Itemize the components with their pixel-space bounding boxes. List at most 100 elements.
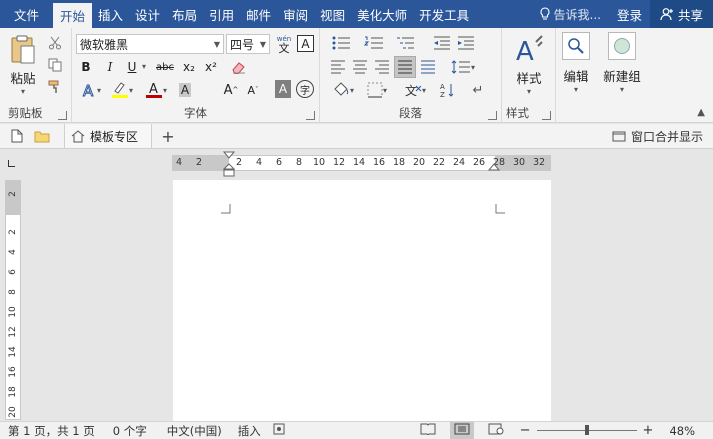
underline-button[interactable]: U <box>124 58 140 76</box>
share-button[interactable]: 共享 <box>649 0 713 28</box>
ruler-tick-label: 4 <box>8 249 18 255</box>
scissors-icon <box>49 36 61 50</box>
shrink-font-button[interactable]: Aˇ <box>244 80 262 100</box>
editing-button[interactable]: 编辑 ▾ <box>558 32 594 94</box>
font-name-combo[interactable]: 微软雅黑 ▼ <box>76 34 224 54</box>
zoom-in-button[interactable]: + <box>643 423 654 438</box>
tab-beautify[interactable]: 美化大师 <box>351 0 413 28</box>
tab-template-zone[interactable]: 模板专区 <box>64 124 152 148</box>
format-painter-button[interactable] <box>46 78 64 96</box>
copy-button[interactable] <box>46 56 64 74</box>
vertical-scrollbar[interactable] <box>697 150 713 421</box>
paint-bucket-icon <box>334 82 349 96</box>
read-mode-icon[interactable] <box>420 423 436 438</box>
paragraph-launcher-icon[interactable] <box>488 111 497 120</box>
open-folder-button[interactable] <box>32 124 52 148</box>
enclose-char-button[interactable]: 字 <box>296 80 314 98</box>
copy-icon <box>48 58 62 72</box>
paintbrush-icon <box>48 80 59 93</box>
justify-button[interactable] <box>394 56 416 78</box>
superscript-button[interactable]: x² <box>202 58 220 76</box>
italic-button[interactable]: I <box>102 58 118 76</box>
collapse-ribbon-icon[interactable]: ▲ <box>697 107 705 118</box>
new-group-button[interactable]: 新建组 ▾ <box>600 32 644 94</box>
styles-button[interactable]: A 样式 ▾ <box>510 34 548 96</box>
tab-stop-selector[interactable] <box>0 150 22 176</box>
new-group-icon <box>608 32 636 60</box>
font-size-combo[interactable]: 四号 ▼ <box>226 34 270 54</box>
subscript-button[interactable]: x₂ <box>180 58 198 76</box>
zoom-out-button[interactable]: − <box>520 423 531 438</box>
decrease-indent-button[interactable] <box>432 34 452 52</box>
tab-mailings[interactable]: 邮件 <box>240 0 277 28</box>
word-count[interactable]: 0 个字 <box>113 423 147 439</box>
zoom-slider[interactable] <box>536 425 637 435</box>
styles-launcher-icon[interactable] <box>542 111 551 120</box>
macro-record-icon[interactable] <box>273 423 285 438</box>
highlight-button[interactable]: ▾ <box>108 80 136 100</box>
clear-format-button[interactable] <box>230 58 248 76</box>
increase-indent-button[interactable] <box>456 34 476 52</box>
show-marks-button[interactable]: ↵ <box>468 80 488 100</box>
web-layout-icon[interactable] <box>488 423 504 438</box>
zoom-slider-thumb[interactable] <box>584 425 589 435</box>
char-border-button[interactable]: A <box>297 35 314 52</box>
bullets-button[interactable] <box>328 34 356 52</box>
bold-button[interactable]: B <box>78 58 94 76</box>
zoom-level[interactable]: 48% <box>669 424 695 438</box>
text-effects-button[interactable]: A ▾ <box>78 80 104 100</box>
first-line-indent-marker[interactable] <box>223 151 235 181</box>
ruler-tick-label: 2 <box>195 157 203 168</box>
char-shading-2-letter: A <box>278 82 288 96</box>
tab-developer[interactable]: 开发工具 <box>413 0 475 28</box>
chevron-down-icon[interactable]: ▾ <box>142 62 146 71</box>
tab-layout[interactable]: 布局 <box>166 0 203 28</box>
grow-font-button[interactable]: A ^ <box>222 80 240 100</box>
clipboard-launcher-icon[interactable] <box>58 111 67 120</box>
tab-home[interactable]: 开始 <box>53 3 93 28</box>
chinese-layout-button[interactable]: 文 ▾ <box>400 80 430 100</box>
ruler-tick-label: 26 <box>472 157 486 168</box>
sort-button[interactable]: AZ <box>438 80 458 100</box>
right-indent-marker[interactable] <box>488 163 500 173</box>
tab-file[interactable]: 文件 <box>0 0 53 28</box>
page-count[interactable]: 第 1 页，共 1 页 <box>8 423 95 439</box>
tab-references[interactable]: 引用 <box>203 0 240 28</box>
tab-view[interactable]: 视图 <box>314 0 351 28</box>
borders-button[interactable]: ▾ <box>362 80 392 100</box>
shading-button[interactable]: ▾ <box>328 80 358 100</box>
new-doc-button[interactable] <box>8 124 26 148</box>
tab-insert[interactable]: 插入 <box>92 0 129 28</box>
line-spacing-button[interactable]: ▾ <box>448 58 478 76</box>
align-center-button[interactable] <box>350 58 370 76</box>
shrink-font-letter: A <box>247 83 256 97</box>
ruler-tick-label: 6 <box>275 157 283 168</box>
add-tab-button[interactable]: + <box>158 124 178 148</box>
tab-design[interactable]: 设计 <box>129 0 166 28</box>
document-page[interactable] <box>173 180 551 421</box>
print-layout-icon[interactable] <box>449 422 474 439</box>
phonetic-guide-button[interactable]: wén 文 <box>274 32 294 56</box>
tab-review[interactable]: 审阅 <box>277 0 314 28</box>
font-launcher-icon[interactable] <box>306 111 315 120</box>
char-shading-2-button[interactable]: A <box>275 80 291 98</box>
insert-mode[interactable]: 插入 <box>238 423 261 439</box>
numbering-button[interactable] <box>360 34 388 52</box>
strikethrough-button[interactable]: abc <box>154 58 176 76</box>
multilevel-list-button[interactable] <box>392 34 420 52</box>
ruler-tick-label: 16 <box>8 366 18 378</box>
language-indicator[interactable]: 中文(中国) <box>167 423 222 439</box>
align-left-icon <box>331 60 345 74</box>
login-button[interactable]: 登录 <box>609 0 650 28</box>
char-shading-button[interactable]: A <box>176 80 194 100</box>
styles-group: A 样式 ▾ 样式 <box>502 28 556 123</box>
cut-button[interactable] <box>46 34 64 52</box>
align-left-button[interactable] <box>328 58 348 76</box>
align-right-button[interactable] <box>372 58 392 76</box>
tell-me-box[interactable]: 告诉我... <box>531 0 609 28</box>
merge-windows-button[interactable]: 窗口合并显示 <box>612 124 703 148</box>
vertical-ruler[interactable]: 2 2 4 6 8 10 12 14 16 18 20 <box>5 180 21 420</box>
paste-button[interactable]: 粘贴 ▾ <box>6 34 40 96</box>
font-color-button[interactable]: A ▾ <box>142 80 170 100</box>
distributed-button[interactable] <box>418 58 438 76</box>
